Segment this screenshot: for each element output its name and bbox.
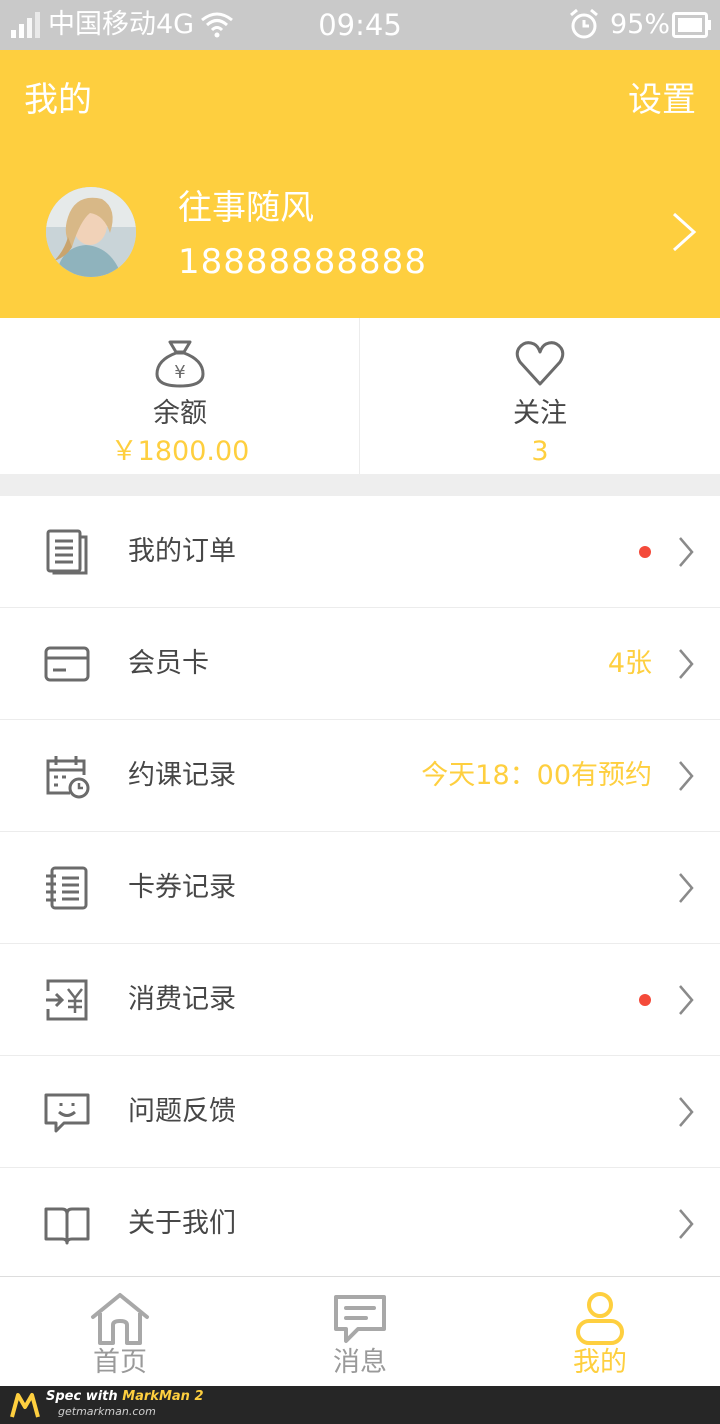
follow-value: 3 (531, 436, 549, 467)
tab-label: 首页 (93, 1347, 147, 1378)
class-reservation-status: 今天18：00有预约 (421, 760, 652, 791)
balance-value: ￥1800.00 (110, 436, 250, 467)
menu-item-about-us[interactable]: 关于我们 (0, 1168, 720, 1280)
tab-home[interactable]: 首页 (0, 1277, 240, 1387)
svg-text:¥: ¥ (174, 362, 185, 383)
stats-panel: ¥ 余额 ￥1800.00 关注 3 (0, 318, 720, 474)
menu-item-member-card[interactable]: 会员卡 4张 (0, 608, 720, 720)
message-icon (334, 1295, 386, 1343)
consumption-yuan-icon (46, 979, 88, 1021)
menu-item-class-records[interactable]: 约课记录 今天18：00有预约 (0, 720, 720, 832)
chevron-right-icon (679, 1209, 694, 1239)
menu-item-label: 问题反馈 (128, 1096, 236, 1127)
tab-label: 消息 (333, 1347, 387, 1378)
notebook-icon (46, 866, 88, 910)
menu-item-consumption-records[interactable]: 消费记录 (0, 944, 720, 1056)
battery-icon (672, 12, 711, 38)
menu-item-orders[interactable]: 我的订单 (0, 496, 720, 608)
markman-brand: MarkMan 2 (122, 1389, 204, 1404)
markman-url: getmarkman.com (58, 1405, 156, 1418)
notification-dot (639, 546, 651, 558)
user-name: 往事随风 (178, 188, 314, 228)
spec-prefix: Spec with (46, 1389, 123, 1404)
feedback-chat-icon (44, 1093, 90, 1133)
menu-item-label: 卡券记录 (128, 872, 236, 903)
settings-button[interactable]: 设置 (628, 78, 696, 122)
balance-label: 余额 (153, 398, 207, 429)
chevron-right-icon (679, 537, 694, 567)
menu-item-feedback[interactable]: 问题反馈 (0, 1056, 720, 1168)
chevron-right-icon (679, 649, 694, 679)
menu-item-label: 会员卡 (128, 648, 209, 679)
follow-label: 关注 (513, 398, 567, 429)
notification-dot (639, 994, 651, 1006)
chevron-right-icon (679, 761, 694, 791)
tab-messages[interactable]: 消息 (240, 1277, 480, 1387)
chevron-right-icon (679, 873, 694, 903)
calendar-clock-icon (46, 756, 90, 799)
follow-stat[interactable]: 关注 3 (360, 318, 720, 474)
home-icon (91, 1293, 149, 1345)
open-book-icon (44, 1207, 90, 1245)
heart-icon (515, 341, 565, 386)
order-document-icon (46, 529, 88, 575)
tab-label: 我的 (573, 1347, 627, 1378)
section-divider (0, 474, 720, 496)
spec-text: Spec with MarkMan 2 (46, 1389, 204, 1405)
menu-item-label: 关于我们 (128, 1208, 236, 1239)
menu-item-coupon-records[interactable]: 卡券记录 (0, 832, 720, 944)
chevron-right-icon (679, 985, 694, 1015)
chevron-right-icon (679, 1097, 694, 1127)
avatar[interactable] (46, 187, 136, 277)
person-icon (576, 1292, 624, 1345)
battery-percent: 95% (610, 9, 671, 40)
markman-logo-icon (10, 1393, 40, 1418)
balance-stat[interactable]: ¥ 余额 ￥1800.00 (0, 318, 360, 474)
menu-item-label: 约课记录 (128, 760, 236, 791)
profile-header: 我的 设置 往事随风 18888888888 (0, 50, 720, 318)
tab-mine[interactable]: 我的 (480, 1277, 720, 1387)
markman-footer: Spec with MarkMan 2 getmarkman.com (0, 1386, 720, 1424)
member-card-icon (44, 646, 90, 682)
avatar-photo (46, 187, 136, 277)
menu-list: 我的订单 会员卡 4张 约课记录 今天18：00有预约 卡券记录 消费记录 问题… (0, 496, 720, 1280)
user-phone: 18888888888 (178, 242, 427, 282)
menu-item-label: 消费记录 (128, 984, 236, 1015)
money-bag-icon: ¥ (155, 340, 205, 388)
member-card-count: 4张 (607, 648, 652, 679)
bottom-tab-bar: 首页 消息 我的 (0, 1276, 720, 1386)
chevron-right-icon[interactable] (670, 210, 698, 254)
status-bar: 中国移动4G 09:45 95% (0, 0, 720, 50)
alarm-clock-icon (570, 8, 598, 39)
page-title: 我的 (24, 80, 92, 120)
menu-item-label: 我的订单 (128, 536, 236, 567)
